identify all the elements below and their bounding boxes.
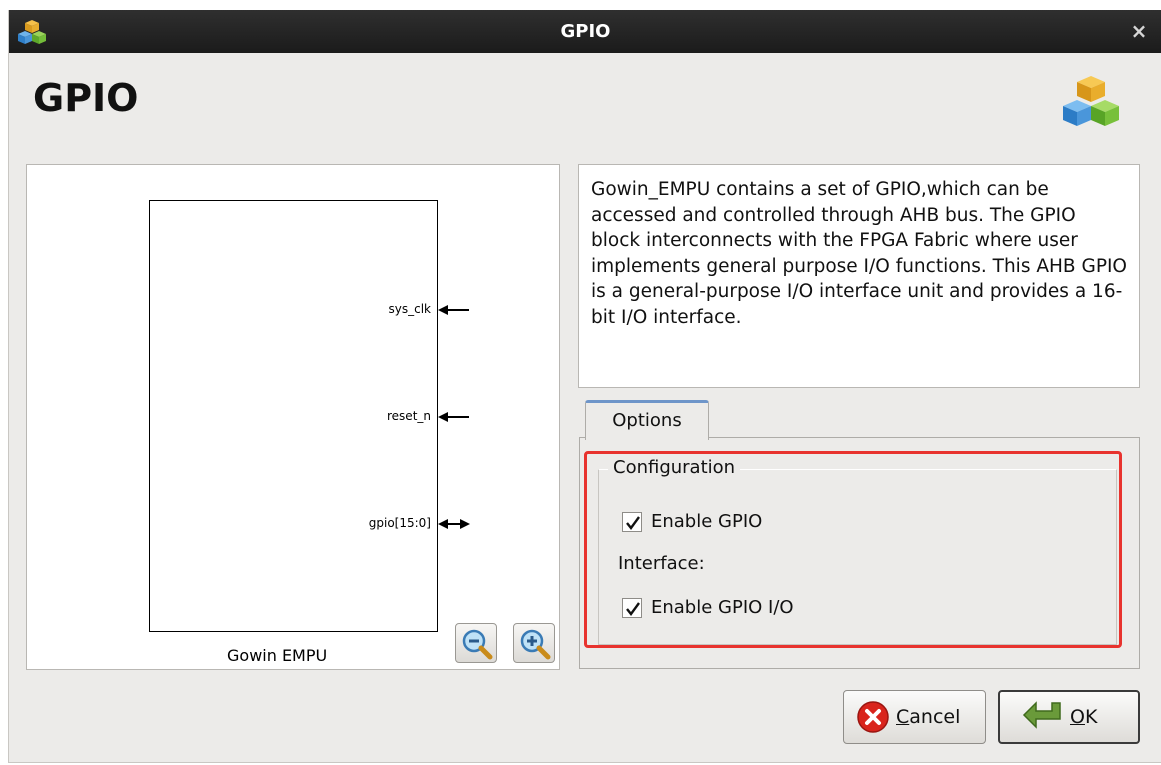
window-title: GPIO — [560, 21, 611, 42]
bidirectional-arrow-icon — [438, 519, 470, 529]
zoom-out-icon — [462, 629, 493, 660]
port-label-reset-n: reset_n — [387, 409, 431, 423]
zoom-in-icon — [520, 629, 551, 660]
interface-label: Interface: — [618, 553, 705, 574]
description-text: Gowin_EMPU contains a set of GPIO,which … — [578, 164, 1140, 388]
input-arrow-icon — [438, 412, 469, 422]
configuration-group-title: Configuration — [608, 457, 741, 478]
page-title: GPIO — [33, 76, 139, 120]
cancel-x-icon — [857, 701, 889, 733]
checkmark-icon — [626, 515, 640, 530]
cancel-button[interactable]: Cancel — [843, 690, 986, 744]
enable-gpio-checkbox[interactable]: Enable GPIO — [622, 511, 762, 532]
enable-gpio-io-label: Enable GPIO I/O — [651, 597, 794, 618]
enable-gpio-io-checkbox[interactable]: Enable GPIO I/O — [622, 597, 794, 618]
cube-stack-icon — [1063, 76, 1119, 126]
title-bar: GPIO × — [9, 10, 1161, 53]
zoom-in-button[interactable] — [513, 623, 555, 663]
tab-options[interactable]: Options — [585, 400, 709, 440]
checkbox-box[interactable] — [622, 511, 642, 532]
cancel-label: Cancel — [896, 706, 961, 728]
input-arrow-icon — [438, 305, 469, 315]
ok-button[interactable]: OK — [998, 690, 1140, 744]
ok-label: OK — [1070, 706, 1098, 728]
port-label-sys-clk: sys_clk — [388, 302, 432, 316]
checkbox-box[interactable] — [622, 597, 642, 618]
close-button[interactable]: × — [1126, 18, 1152, 44]
block-diagram-panel: sys_clk reset_n gpio[15:0] Gowin EMPU — [26, 164, 560, 670]
zoom-out-button[interactable] — [455, 623, 497, 663]
ok-arrow-icon — [1022, 701, 1061, 729]
port-label-gpio: gpio[15:0] — [368, 516, 431, 530]
block-name-label: Gowin EMPU — [227, 646, 328, 665]
enable-gpio-label: Enable GPIO — [651, 511, 763, 532]
checkmark-icon — [626, 601, 640, 616]
